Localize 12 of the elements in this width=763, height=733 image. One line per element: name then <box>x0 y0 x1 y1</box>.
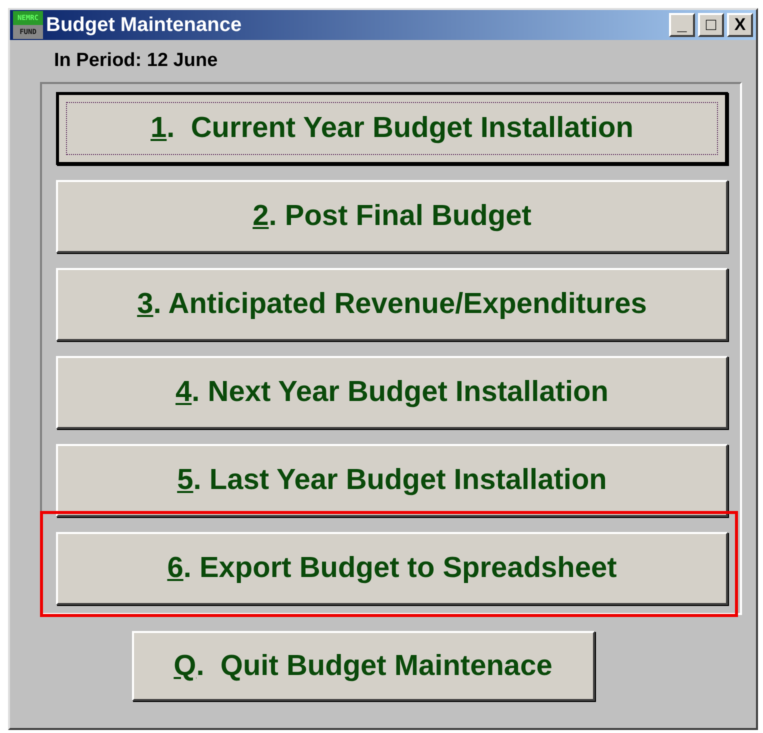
menu-button[interactable]: 2. Post Final Budget <box>56 180 728 253</box>
period-label: In Period: 12 June <box>54 50 219 72</box>
menu-button[interactable]: 6. Export Budget to Spreadsheet <box>56 532 728 605</box>
menu-button[interactable]: 3. Anticipated Revenue/Expenditures <box>56 268 728 341</box>
quit-button[interactable]: Q. Quit Budget Maintenace <box>132 631 594 701</box>
close-button[interactable]: X <box>727 13 753 37</box>
menu-button[interactable]: 4. Next Year Budget Installation <box>56 356 728 429</box>
menu-button[interactable]: 1. Current Year Budget Installation <box>56 92 728 165</box>
maximize-button[interactable]: □ <box>698 13 724 37</box>
window-title: Budget Maintenance <box>46 14 243 36</box>
minimize-button[interactable]: _ <box>669 13 695 37</box>
menu-button[interactable]: 5. Last Year Budget Installation <box>56 444 728 517</box>
